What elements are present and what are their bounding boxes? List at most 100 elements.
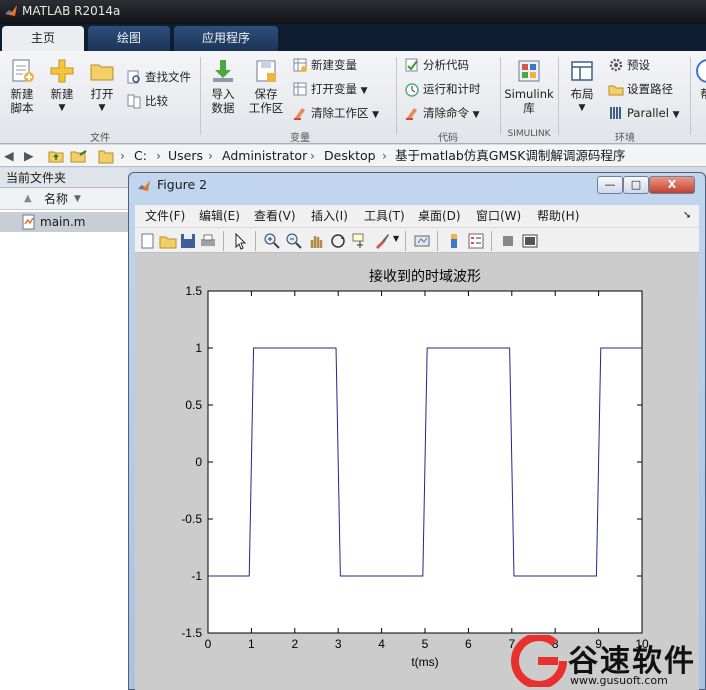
menu-help[interactable]: 帮助(H) <box>537 205 579 227</box>
file-row[interactable]: main.m <box>0 212 128 232</box>
link-plot-icon[interactable] <box>413 232 431 250</box>
save-workspace-button[interactable]: 保存 工作区 <box>246 57 286 115</box>
gear-icon <box>609 58 623 72</box>
breadcrumb-item[interactable]: Users <box>168 145 203 167</box>
menu-desktop[interactable]: 桌面(D) <box>418 205 461 227</box>
help-button[interactable]: 帮 <box>694 57 706 101</box>
open-button[interactable]: 打开 ▼ <box>84 57 120 115</box>
toolbar-separator <box>255 231 256 251</box>
help-label: 帮 <box>700 87 706 101</box>
figure-title: Figure 2 <box>157 177 208 192</box>
tab-plots[interactable]: 绘图 <box>88 26 170 51</box>
open-variable-icon <box>293 82 307 96</box>
set-path-label: 设置路径 <box>627 82 673 96</box>
up-folder-icon[interactable] <box>48 149 64 163</box>
toolbar-separator <box>437 231 438 251</box>
colorbar-icon[interactable] <box>445 232 463 250</box>
breadcrumb-separator: › <box>310 148 315 163</box>
new-button[interactable]: 新建 ▼ <box>44 57 80 115</box>
address-bar: ◀ ▶ › C: › Users › Administrator › Deskt… <box>0 145 706 167</box>
watermark-logo-icon <box>511 635 567 687</box>
back-arrow-icon[interactable]: ◀ <box>4 145 14 167</box>
layout-label: 布局 <box>570 87 594 101</box>
zoom-in-icon[interactable] <box>263 232 281 250</box>
app-title: MATLAB R2014a <box>22 4 121 18</box>
set-path-button[interactable]: 设置路径 <box>608 79 673 99</box>
new-variable-button[interactable]: 新建变量 <box>292 55 357 75</box>
import-data-icon <box>213 60 233 82</box>
brush-icon[interactable] <box>373 232 391 250</box>
hide-plot-tools-icon[interactable] <box>499 232 517 250</box>
new-script-button[interactable]: 新建 脚本 <box>4 57 40 115</box>
data-cursor-icon[interactable] <box>351 232 369 250</box>
x-tick-label: 0 <box>205 637 212 651</box>
x-tick-label: 2 <box>291 637 298 651</box>
rotate-3d-icon[interactable] <box>329 232 347 250</box>
find-files-button[interactable]: 查找文件 <box>126 67 191 87</box>
toolbar-separator <box>405 231 406 251</box>
folder-icon <box>98 150 114 164</box>
menu-file[interactable]: 文件(F) <box>145 205 185 227</box>
breadcrumb-separator: › <box>120 148 125 163</box>
chevron-down-icon[interactable]: ▼ <box>393 234 399 243</box>
analyze-code-button[interactable]: 分析代码 <box>404 55 469 75</box>
toolbar-separator <box>491 231 492 251</box>
menu-view[interactable]: 查看(V) <box>254 205 296 227</box>
new-script-label: 新建 脚本 <box>10 87 34 115</box>
tab-apps[interactable]: 应用程序 <box>174 26 278 51</box>
simulink-library-button[interactable]: Simulink 库 <box>502 57 556 115</box>
menu-edit[interactable]: 编辑(E) <box>199 205 240 227</box>
y-tick-label: -0.5 <box>181 512 202 526</box>
open-file-icon[interactable] <box>159 232 177 250</box>
breadcrumb-item[interactable]: Desktop <box>324 145 376 167</box>
tab-home[interactable]: 主页 <box>2 26 84 51</box>
analyze-code-label: 分析代码 <box>423 58 469 72</box>
new-figure-icon[interactable] <box>139 232 157 250</box>
layout-icon <box>571 61 593 81</box>
breadcrumb-item[interactable]: Administrator <box>222 145 307 167</box>
maximize-button[interactable]: □ <box>623 176 649 194</box>
parallel-icon <box>610 107 621 119</box>
clear-commands-label: 清除命令 <box>423 106 469 120</box>
minimize-button[interactable]: — <box>597 176 623 194</box>
simulink-library-icon <box>518 60 540 82</box>
dock-arrow-icon[interactable]: ➘ <box>683 205 691 227</box>
browse-folder-icon[interactable] <box>70 149 88 163</box>
clear-commands-button[interactable]: 清除命令 ▼ <box>404 103 480 123</box>
menu-window[interactable]: 窗口(W) <box>476 205 521 227</box>
legend-icon[interactable] <box>467 232 485 250</box>
close-button[interactable]: X <box>649 176 695 194</box>
menu-insert[interactable]: 插入(I) <box>311 205 348 227</box>
show-plot-tools-icon[interactable] <box>521 232 539 250</box>
new-script-icon <box>12 59 34 82</box>
print-icon[interactable] <box>199 232 217 250</box>
sort-indicator-icon: ▲ <box>24 193 32 204</box>
axes-plot[interactable]: 0 1 2 3 4 5 6 7 8 9 10-1.5-1-0.500.511.5接收到的时域波形t(… <box>135 253 699 690</box>
zoom-out-icon[interactable] <box>285 232 303 250</box>
matlab-logo-icon <box>138 180 150 191</box>
breadcrumb-item[interactable]: C: <box>134 145 147 167</box>
pan-hand-icon[interactable] <box>307 232 325 250</box>
name-column-label: 名称 <box>44 192 69 206</box>
x-tick-label: 6 <box>465 637 472 651</box>
matlab-logo-icon <box>5 5 17 16</box>
parallel-button[interactable]: Parallel ▼ <box>608 103 679 123</box>
breadcrumb-separator: › <box>208 148 213 163</box>
open-variable-label: 打开变量 <box>311 82 357 96</box>
compare-button[interactable]: 比较 <box>126 91 168 111</box>
pointer-icon[interactable] <box>231 232 249 250</box>
preferences-label: 预设 <box>627 58 650 72</box>
layout-button[interactable]: 布局 ▼ <box>564 57 600 115</box>
import-data-button[interactable]: 导入 数据 <box>204 57 242 115</box>
run-and-time-button[interactable]: 运行和计时 <box>404 79 481 99</box>
name-column-header[interactable]: ▲ 名称 ▼ <box>0 188 128 210</box>
x-tick-label: 4 <box>378 637 385 651</box>
breadcrumb-item[interactable]: 基于matlab仿真GMSK调制解调源码程序 <box>395 145 625 167</box>
open-variable-button[interactable]: 打开变量 ▼ <box>292 79 368 99</box>
forward-arrow-icon[interactable]: ▶ <box>24 145 34 167</box>
y-tick-label: 0.5 <box>185 398 202 412</box>
save-icon[interactable] <box>179 232 197 250</box>
clear-workspace-button[interactable]: 清除工作区 ▼ <box>292 103 379 123</box>
preferences-button[interactable]: 预设 <box>608 55 650 75</box>
menu-tools[interactable]: 工具(T) <box>364 205 405 227</box>
